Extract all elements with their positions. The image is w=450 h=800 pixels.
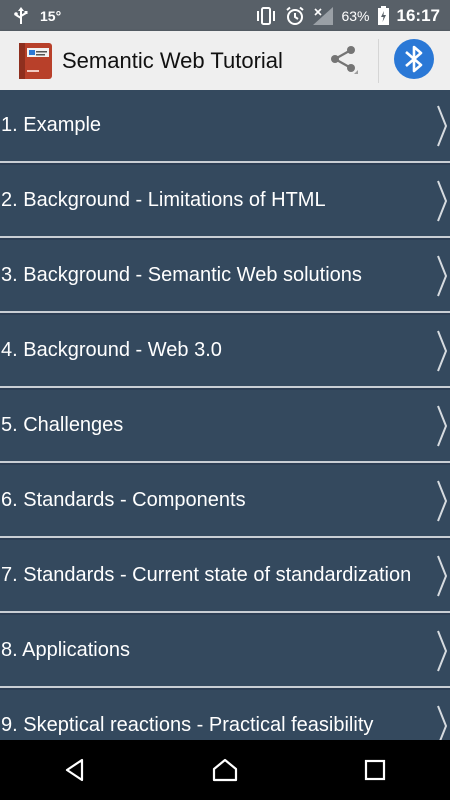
chevron-right-icon [437,705,448,740]
recents-icon [364,759,386,781]
list-item-label: 5. Challenges [1,414,124,436]
chevron-right-icon [437,480,448,522]
back-button[interactable] [51,746,99,794]
chevron-right-icon [437,405,448,447]
list-item-label: 9. Skeptical reactions - Practical feasi… [1,714,374,736]
chevron-right-icon [437,255,448,297]
list-item[interactable]: 6. Standards - Components [0,465,450,538]
topic-list: 1. Example 2. Background - Limitations o… [0,90,450,740]
app-bar: Semantic Web Tutorial [0,31,450,90]
list-item-label: 1. Example [1,114,102,136]
list-item-label: 3. Background - Semantic Web solutions [1,264,362,286]
list-item-label: 4. Background - Web 3.0 [1,339,222,361]
alarm-icon [285,6,305,26]
share-icon [327,43,359,80]
usb-icon [14,6,28,25]
battery-percent: 63% [341,7,370,24]
clock-time: 16:17 [396,5,440,25]
chevron-right-icon [437,555,448,597]
home-button[interactable] [201,746,249,794]
back-icon [65,758,84,782]
list-item[interactable]: 4. Background - Web 3.0 [0,315,450,388]
list-item-label: 6. Standards - Components [1,489,246,511]
system-nav-bar [0,740,450,800]
list-item[interactable]: 8. Applications [0,615,450,688]
share-button[interactable] [308,39,379,83]
vibrate-icon [255,6,277,25]
list-item[interactable]: 9. Skeptical reactions - Practical feasi… [0,690,450,740]
list-item[interactable]: 1. Example [0,90,450,163]
status-bar: 15° 63% 16:17 [0,0,450,31]
list-item-label: 8. Applications [1,639,130,661]
list-item[interactable]: 2. Background - Limitations of HTML [0,165,450,238]
temperature-text: 15° [40,7,62,24]
list-item[interactable]: 7. Standards - Current state of standard… [0,540,450,613]
bluetooth-button[interactable] [392,38,436,85]
app-logo-icon [17,42,55,80]
recents-button[interactable] [351,746,399,794]
chevron-right-icon [437,630,448,672]
list-item-label: 2. Background - Limitations of HTML [1,189,326,211]
bluetooth-icon [393,38,435,85]
home-icon [212,758,238,782]
chevron-right-icon [437,330,448,372]
battery-icon [377,6,389,25]
list-item[interactable]: 3. Background - Semantic Web solutions [0,240,450,313]
chevron-right-icon [437,180,448,222]
list-item-label: 7. Standards - Current state of standard… [1,564,412,586]
chevron-right-icon [437,105,448,147]
list-item[interactable]: 5. Challenges [0,390,450,463]
signal-icon [313,6,334,25]
app-title: Semantic Web Tutorial [62,47,283,73]
